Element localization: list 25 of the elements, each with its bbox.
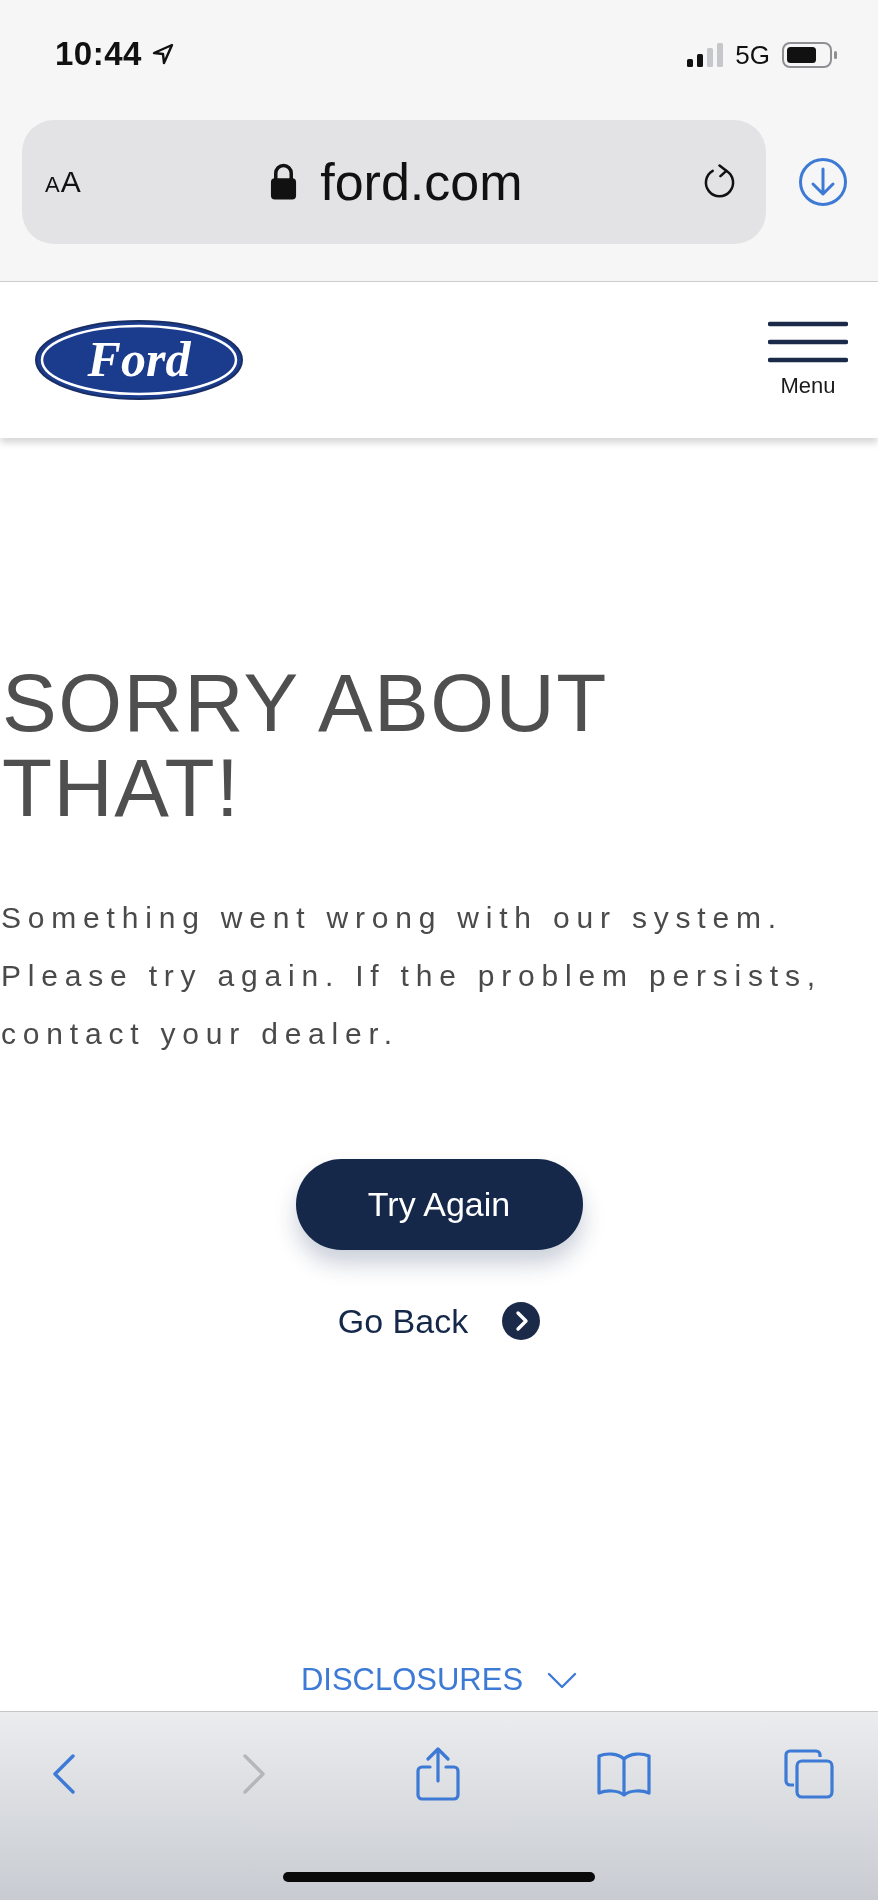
logo-oval[interactable] — [35, 320, 243, 400]
text-size-button[interactable]: AA — [45, 164, 81, 199]
error-heading: SORRY ABOUT THAT! — [1, 660, 608, 830]
status-time: 10:44 — [55, 35, 142, 73]
address-field[interactable]: AA ford.com — [22, 119, 766, 244]
signal-icon — [687, 43, 724, 67]
menu-button[interactable]: Menu — [768, 321, 848, 399]
book-icon[interactable] — [596, 1751, 652, 1797]
reload-icon[interactable] — [703, 163, 736, 200]
chevron-circle-icon — [502, 1302, 541, 1340]
battery-icon — [782, 42, 838, 68]
error-message: Something went wrong with our system. Please try again. If the problem persists, contact your dealer. — [0, 900, 823, 1052]
lock-icon — [269, 162, 299, 201]
action-link[interactable]: Go Back — [337, 1299, 541, 1343]
share-icon[interactable] — [416, 1747, 460, 1801]
location-arrow-icon — [151, 43, 174, 65]
tabs-icon[interactable] — [784, 1749, 834, 1799]
url-text: ford.com — [320, 151, 523, 212]
logo-text: Ford — [87, 331, 191, 387]
disclosures-toggle[interactable]: DISCLOSURES — [300, 1660, 578, 1700]
network-label: 5G — [735, 39, 770, 71]
back-icon[interactable] — [52, 1754, 76, 1794]
download-icon[interactable] — [798, 156, 848, 207]
menu-icon — [768, 321, 848, 363]
action-button[interactable]: Try Again — [295, 1159, 583, 1250]
